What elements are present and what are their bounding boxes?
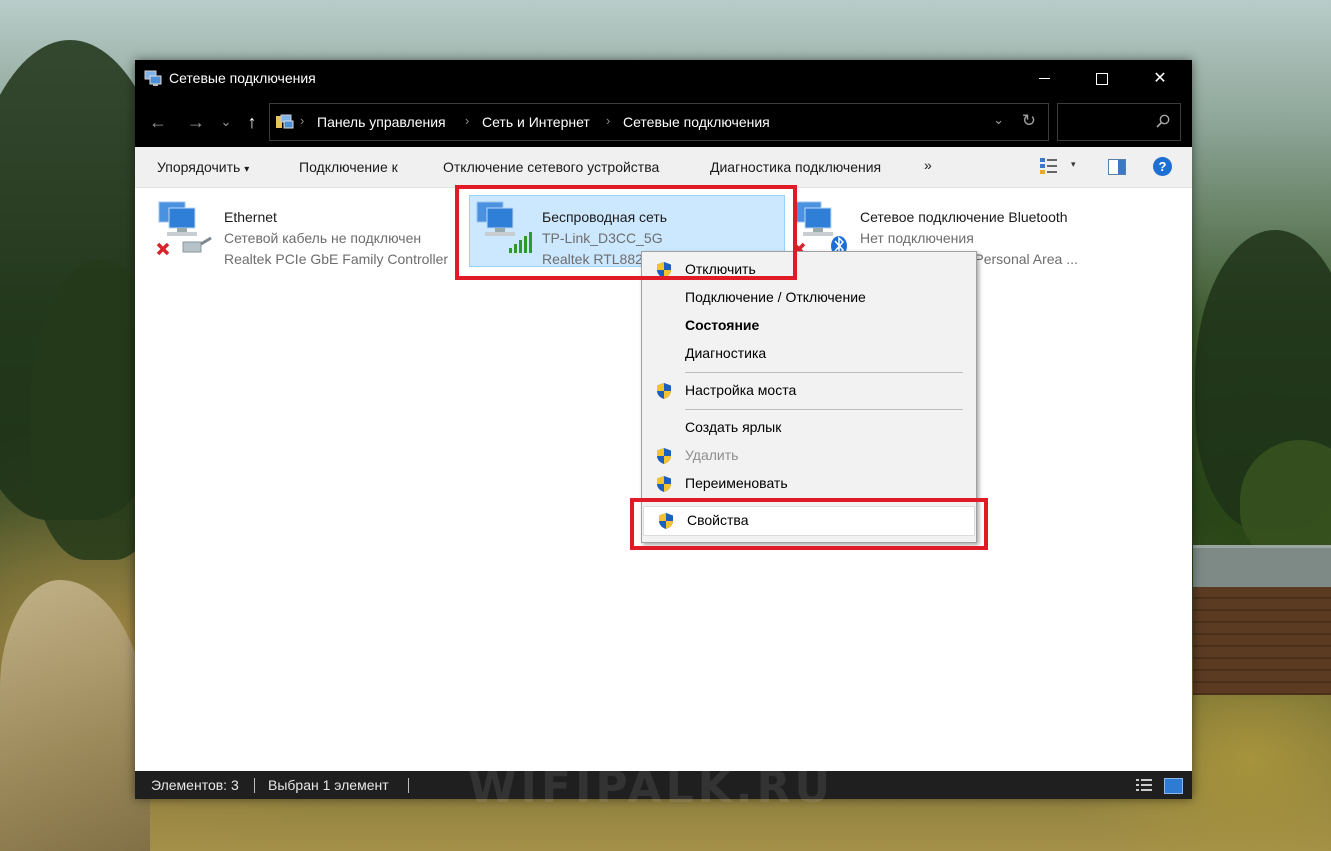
breadcrumb-network-connections[interactable]: Сетевые подключения xyxy=(623,114,770,130)
network-connections-icon xyxy=(144,70,162,86)
connection-name: Ethernet xyxy=(224,209,277,225)
connection-status: Сетевой кабель не подключен xyxy=(224,230,422,246)
uac-shield-icon xyxy=(657,476,671,492)
organize-label: Упорядочить xyxy=(157,159,241,175)
status-divider xyxy=(254,778,255,793)
highlight-box-wireless xyxy=(455,185,797,280)
large-icons-view-icon[interactable] xyxy=(1164,778,1183,794)
details-view-icon[interactable] xyxy=(1136,778,1152,792)
maximize-icon xyxy=(1096,73,1108,85)
breadcrumb-separator: › xyxy=(606,113,611,128)
minimize-button[interactable] xyxy=(1015,60,1073,97)
view-options-caret-icon[interactable]: ▾ xyxy=(1071,159,1076,170)
search-icon xyxy=(1156,114,1170,128)
connection-name: Сетевое подключение Bluetooth xyxy=(860,209,1068,225)
address-bar-row: ← → ⌄ ↑ › Панель управления › Сеть и Инт… xyxy=(135,97,1192,147)
organize-caret-icon: ▾ xyxy=(244,164,250,175)
hut-roof xyxy=(1193,545,1331,590)
control-panel-icon xyxy=(276,114,294,129)
bluetooth-network-icon xyxy=(792,201,847,256)
dirt-path xyxy=(0,580,150,851)
selected-count: Выбран 1 элемент xyxy=(268,777,389,793)
breadcrumb-network-internet[interactable]: Сеть и Интернет xyxy=(482,114,590,130)
address-field[interactable]: › Панель управления › Сеть и Интернет › … xyxy=(269,103,1049,141)
menu-label: Создать ярлык xyxy=(685,419,782,435)
connection-status: Нет подключения xyxy=(860,230,974,246)
menu-item-connect-disconnect[interactable]: Подключение / Отключение xyxy=(642,284,976,312)
menu-label: Диагностика xyxy=(685,345,767,361)
window-title: Сетевые подключения xyxy=(169,70,316,86)
connection-adapter: Realtek PCIe GbE Family Controller xyxy=(224,251,449,267)
hut-wall xyxy=(1193,587,1331,695)
up-button[interactable]: ↑ xyxy=(241,111,263,133)
organize-button[interactable]: Упорядочить ▾ xyxy=(157,159,249,175)
forward-button[interactable]: → xyxy=(185,111,207,133)
address-dropdown-icon[interactable]: ⌄ xyxy=(993,112,1004,128)
preview-pane-icon[interactable] xyxy=(1108,159,1126,175)
menu-item-bridge[interactable]: Настройка моста xyxy=(642,377,976,405)
uac-shield-icon xyxy=(657,448,671,464)
connect-to-button[interactable]: Подключение к xyxy=(299,159,398,175)
back-button[interactable]: ← xyxy=(147,111,169,133)
menu-separator xyxy=(685,372,963,373)
breadcrumb-control-panel[interactable]: Панель управления xyxy=(317,114,446,130)
more-commands-button[interactable]: » xyxy=(924,157,932,173)
breadcrumb-separator: › xyxy=(300,113,305,128)
breadcrumb-separator: › xyxy=(465,113,470,128)
menu-separator xyxy=(685,409,963,410)
menu-item-create-shortcut[interactable]: Создать ярлык xyxy=(642,414,976,442)
items-count: Элементов: 3 xyxy=(151,777,239,793)
refresh-button[interactable]: ↻ xyxy=(1022,111,1036,131)
title-bar[interactable]: Сетевые подключения ✕ xyxy=(135,60,1192,97)
ethernet-disconnected-icon xyxy=(156,201,212,256)
watermark-text: WIFIPALK.RU xyxy=(468,762,835,813)
connection-ethernet[interactable]: Ethernet Сетевой кабель не подключен Rea… xyxy=(155,196,455,267)
diagnose-connection-button[interactable]: Диагностика подключения xyxy=(710,159,881,175)
menu-label: Подключение / Отключение xyxy=(685,289,866,305)
change-view-icon[interactable] xyxy=(1039,156,1059,176)
menu-item-delete: Удалить xyxy=(642,442,976,470)
command-bar: Упорядочить ▾ Подключение к Отключение с… xyxy=(135,147,1192,188)
menu-item-diagnose[interactable]: Диагностика xyxy=(642,340,976,368)
wooden-hut xyxy=(1193,545,1331,695)
highlight-box-properties xyxy=(630,498,988,550)
status-divider xyxy=(408,778,409,793)
uac-shield-icon xyxy=(657,383,671,399)
maximize-button[interactable] xyxy=(1073,60,1131,97)
disable-device-button[interactable]: Отключение сетевого устройства xyxy=(443,159,659,175)
menu-label: Переименовать xyxy=(685,475,788,491)
recent-locations-button[interactable]: ⌄ xyxy=(215,111,237,133)
search-input[interactable] xyxy=(1057,103,1181,141)
close-button[interactable]: ✕ xyxy=(1131,60,1189,97)
menu-label: Состояние xyxy=(685,317,760,333)
menu-item-rename[interactable]: Переименовать xyxy=(642,470,976,498)
help-icon[interactable]: ? xyxy=(1153,157,1172,176)
menu-label: Удалить xyxy=(685,447,739,463)
menu-label: Настройка моста xyxy=(685,382,797,398)
menu-item-status[interactable]: Состояние xyxy=(642,312,976,340)
minimize-icon xyxy=(1039,78,1050,79)
close-icon: ✕ xyxy=(1153,70,1167,87)
